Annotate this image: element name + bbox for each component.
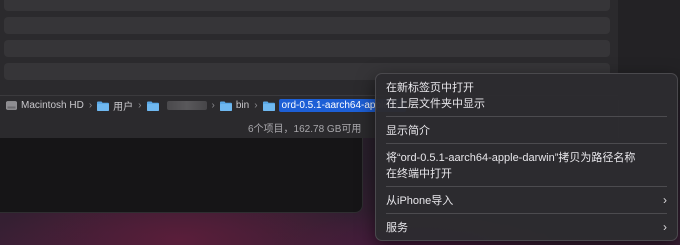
folder-icon: [219, 101, 232, 111]
menu-item-get-info[interactable]: 显示简介: [386, 122, 667, 138]
terminal-window: [0, 138, 363, 213]
hard-drive-icon: [6, 101, 17, 110]
list-row[interactable]: [4, 17, 610, 34]
menu-item-services[interactable]: 服务 ›: [386, 219, 667, 235]
menu-separator: [386, 213, 667, 214]
folder-icon: [97, 101, 110, 111]
menu-separator: [386, 143, 667, 144]
menu-separator: [386, 186, 667, 187]
menu-item-open-in-new-tab[interactable]: 在新标签页中打开: [386, 79, 667, 95]
list-row[interactable]: [4, 0, 610, 11]
menu-item-copy-as-pathname[interactable]: 将“ord-0.5.1-aarch64-apple-darwin”拷贝为路径名称: [386, 149, 667, 165]
chevron-right-icon: ›: [663, 193, 667, 207]
chevron-right-icon: ›: [663, 220, 667, 234]
path-item-macintosh-hd[interactable]: Macintosh HD: [6, 98, 84, 114]
menu-item-open-in-terminal[interactable]: 在终端中打开: [386, 165, 667, 181]
chevron-right-icon: ›: [211, 100, 215, 111]
menu-separator: [386, 116, 667, 117]
path-item-user-home[interactable]: [146, 98, 207, 114]
folder-icon: [146, 101, 159, 111]
menu-item-show-in-enclosing-folder[interactable]: 在上层文件夹中显示: [386, 95, 667, 111]
path-item-label: 用户: [113, 102, 134, 113]
chevron-right-icon: ›: [254, 100, 258, 111]
menu-item-import-from-iphone[interactable]: 从iPhone导入 ›: [386, 192, 667, 208]
path-item-label: Macintosh HD: [21, 100, 84, 111]
path-item-label: bin: [235, 100, 250, 111]
path-item-bin[interactable]: bin: [219, 98, 250, 114]
redacted-username: [166, 101, 207, 110]
folder-icon: [262, 101, 275, 111]
context-menu: 在新标签页中打开 在上层文件夹中显示 显示简介 将“ord-0.5.1-aarc…: [375, 73, 678, 241]
list-row[interactable]: [4, 40, 610, 57]
chevron-right-icon: ›: [88, 100, 93, 111]
path-item-users[interactable]: 用户: [97, 98, 133, 114]
chevron-right-icon: ›: [138, 100, 142, 111]
status-text: 6个项目，162.78 GB可用: [248, 124, 362, 135]
